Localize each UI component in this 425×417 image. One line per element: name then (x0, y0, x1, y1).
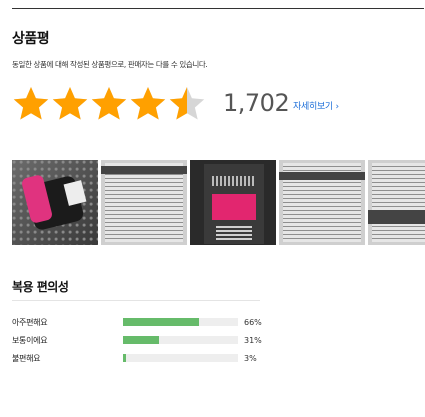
ease-rating-list: 아주편해요 66% 보통이에요 31% 불편해요 3% (12, 313, 272, 367)
star-icon (13, 87, 49, 120)
ease-row-bar-fill (123, 318, 199, 326)
detail-link-label: 자세히보기 (293, 102, 333, 112)
ease-row-bar (123, 318, 238, 326)
ease-row-label: 불편해요 (12, 353, 41, 363)
chevron-right-icon: › (332, 102, 339, 112)
review-photo-1[interactable] (12, 160, 98, 245)
ease-row-label: 아주편해요 (12, 317, 48, 327)
star-icon (52, 87, 88, 120)
star-icon (169, 87, 205, 120)
star-icon (130, 87, 166, 120)
ease-row-label: 보통이에요 (12, 335, 48, 345)
section-title-ease: 복용 편의성 (12, 280, 69, 294)
star-rating (12, 85, 206, 123)
detail-link[interactable]: 자세히보기 › (293, 99, 339, 112)
ease-row-percent: 31% (244, 335, 262, 345)
ease-row-bar-fill (123, 336, 159, 344)
star-icon (91, 87, 127, 120)
ease-divider (12, 300, 260, 301)
review-count: 1,702 (223, 89, 290, 117)
review-photo-strip (12, 160, 425, 245)
section-title-reviews: 상품평 (12, 31, 50, 47)
ease-row-bar (123, 354, 238, 362)
review-photo-2[interactable] (101, 160, 187, 245)
ease-row-percent: 66% (244, 317, 262, 327)
review-photo-3[interactable] (190, 160, 276, 245)
ease-row: 불편해요 3% (12, 349, 272, 367)
ease-row-bar-fill (123, 354, 127, 362)
ease-row: 아주편해요 66% (12, 313, 272, 331)
ease-row: 보통이에요 31% (12, 331, 272, 349)
review-photo-5[interactable] (368, 160, 425, 245)
reviews-subtitle: 동일한 상품에 대해 작성된 상품평으로, 판매자는 다를 수 있습니다. (12, 60, 208, 69)
ease-row-percent: 3% (244, 353, 257, 363)
ease-row-bar (123, 336, 238, 344)
review-photo-4[interactable] (279, 160, 365, 245)
top-divider (12, 8, 424, 9)
